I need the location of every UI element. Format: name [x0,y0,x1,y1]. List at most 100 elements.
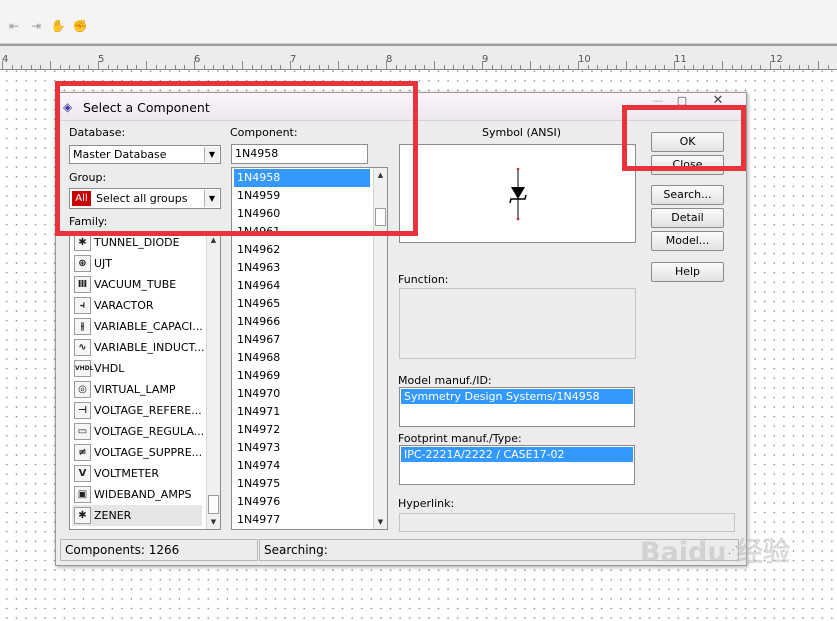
ruler-tick [88,65,89,69]
voltage-suppressor-icon: ≠ [74,444,91,461]
ruler-tick [396,65,397,69]
family-item[interactable]: ≠ VOLTAGE_SUPPRE... [72,442,202,463]
ruler-tick [348,65,349,69]
ruler-tick [751,65,752,69]
component-item[interactable]: 1N4973 [234,439,370,457]
component-item[interactable]: 1N4962 [234,241,370,259]
function-label: Function: [398,273,449,286]
outdent-icon[interactable]: ⇤ [6,19,22,33]
ruler-tick [300,65,301,69]
ruler-tick [472,65,473,69]
detail-report-button[interactable]: Detail Report [651,208,724,242]
ruler-tick [549,65,550,69]
ruler-tick [453,65,454,69]
scroll-down-icon[interactable]: ▼ [374,515,387,529]
tunnel-diode-icon: ✱ [74,234,91,251]
hyperlink-label: Hyperlink: [398,497,455,510]
component-item[interactable]: 1N4967 [234,331,370,349]
family-item[interactable]: ⫞ VARACTOR [72,295,202,316]
ruler-tick [520,65,521,69]
ruler-tick [271,65,272,69]
ruler-tick [280,65,281,69]
ruler-tick [674,61,675,69]
component-item[interactable]: 1N4974 [234,457,370,475]
family-item[interactable]: VHDL VHDL [72,358,202,379]
model-manuf-list[interactable]: Symmetry Design Systems/1N4958 [399,387,635,427]
voltage-reference-icon: ⊣ [74,402,91,419]
search-button[interactable]: Search... [651,185,724,205]
ruler-number: 12 [770,54,783,65]
family-item[interactable]: V VOLTMETER [72,463,202,484]
component-item[interactable]: 1N4971 [234,403,370,421]
ruler-tick [492,65,493,69]
ruler: 4 5 6 7 8 9 10 11 12 [0,44,837,70]
help-button[interactable]: Help [651,262,724,282]
footprint-label: Footprint manuf./Type: [398,432,522,445]
ruler-tick [424,65,425,69]
component-item[interactable]: 1N4978 [234,529,370,530]
ruler-tick [559,65,560,69]
ruler-tick [60,65,61,69]
component-item[interactable]: 1N4965 [234,295,370,313]
ruler-tick [597,65,598,69]
ruler-tick [540,65,541,69]
ruler-tick [626,61,627,69]
component-item[interactable]: 1N4968 [234,349,370,367]
component-item[interactable]: 1N4969 [234,367,370,385]
ruler-tick [684,65,685,69]
ruler-tick [386,61,387,69]
model-button[interactable]: Model... [651,231,724,251]
component-item[interactable]: 1N4964 [234,277,370,295]
ruler-tick [242,61,243,69]
scroll-down-icon[interactable]: ▼ [207,515,220,529]
ruler-tick [338,61,339,69]
family-item-label: VOLTAGE_REFERE... [94,404,202,417]
family-item[interactable]: ∿ VARIABLE_INDUCT... [72,337,205,358]
ruler-tick [712,65,713,69]
ruler-tick [693,65,694,69]
family-item[interactable]: Ⅲ VACUUM_TUBE [72,274,202,295]
family-item-label: VHDL [94,362,125,375]
ruler-tick [175,65,176,69]
component-item[interactable]: 1N4970 [234,385,370,403]
component-item[interactable]: 1N4977 [234,511,370,529]
grab-hand-icon[interactable]: ✊ [72,19,88,33]
family-item[interactable]: ⊣ VOLTAGE_REFERE... [72,400,202,421]
component-item[interactable]: 1N4963 [234,259,370,277]
ruler-tick [655,65,656,69]
voltage-regulator-icon: ▭ [74,423,91,440]
footprint-item[interactable]: IPC-2221A/2222 / CASE17-02 [401,447,633,462]
family-item[interactable]: ⊕ UJT [72,253,202,274]
component-item[interactable]: 1N4976 [234,493,370,511]
status-components: Components: 1266 [60,539,258,561]
family-item[interactable]: ⫲ VARIABLE_CAPACI... [72,316,203,337]
ruler-tick [156,65,157,69]
ruler-tick [607,65,608,69]
zener-diode-symbol [509,167,527,221]
symbol-label: Symbol (ANSI) [482,126,562,139]
ruler-tick [2,61,3,69]
ruler-tick [808,65,809,69]
component-item[interactable]: 1N4975 [234,475,370,493]
ruler-tick [357,65,358,69]
footprint-list[interactable]: IPC-2221A/2222 / CASE17-02 [399,445,635,485]
family-scrollbar[interactable]: ▲ ▼ [206,233,220,529]
family-item[interactable]: ▣ WIDEBAND_AMPS [72,484,202,505]
scroll-thumb[interactable] [208,495,219,514]
ruler-tick [108,65,109,69]
family-item[interactable]: ▭ VOLTAGE_REGULA... [72,421,204,442]
family-item[interactable]: ◎ VIRTUAL_LAMP [72,379,202,400]
family-item[interactable]: ✱ ZENER [72,505,202,526]
component-item[interactable]: 1N4972 [234,421,370,439]
component-item[interactable]: 1N4966 [234,313,370,331]
pan-hand-icon[interactable]: ✋ [50,19,66,33]
toolbar: ⇤ ⇥ ✋ ✊ [0,0,837,44]
ruler-tick [223,65,224,69]
ruler-tick [98,61,99,69]
family-item-label: VACUUM_TUBE [94,278,177,291]
model-manuf-item[interactable]: Symmetry Design Systems/1N4958 [401,389,633,404]
family-list[interactable]: ✱ TUNNEL_DIODE ⊕ UJT Ⅲ VACUUM_TUBE ⫞ VARACTOR ⫲ V… [69,232,221,530]
indent-icon[interactable]: ⇥ [28,19,44,33]
family-item-label: VARIABLE_INDUCT... [94,341,205,354]
ruler-tick [578,61,579,69]
